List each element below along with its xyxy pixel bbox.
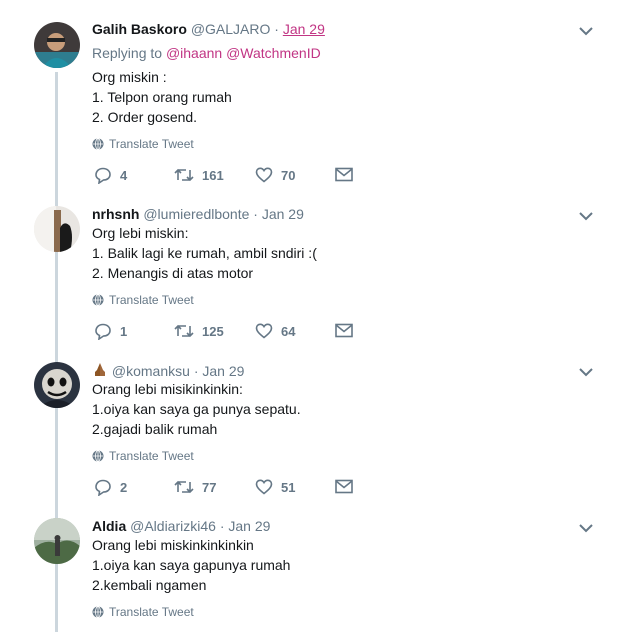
handle[interactable]: @komanksu: [112, 363, 190, 379]
retweet-icon: [174, 480, 194, 494]
avatar[interactable]: [34, 518, 80, 564]
retweet-count: 125: [202, 323, 224, 339]
tweet-text: Orang lebi misikinkinkin: 1.oiya kan say…: [92, 379, 301, 439]
tweet-1[interactable]: Galih Baskoro @GALJARO · Jan 29 Replying…: [0, 0, 632, 196]
translate-tweet-link[interactable]: Translate Tweet: [92, 293, 194, 307]
reply-icon: [95, 167, 111, 184]
avatar[interactable]: [34, 362, 80, 408]
retweet-button[interactable]: 77: [174, 479, 216, 495]
tweet-line: Org lebi miskin:: [92, 225, 189, 241]
tweet-line: 1. Balik lagi ke rumah, ambil sndiri :(: [92, 245, 317, 261]
chevron-down-icon[interactable]: [578, 209, 594, 221]
tweet-2[interactable]: nrhsnh @lumieredlbonte · Jan 29 Org lebi…: [0, 196, 632, 352]
reply-count: 2: [120, 480, 128, 495]
reply-icon: [95, 323, 111, 340]
retweet-icon: [174, 324, 194, 338]
direct-message-button[interactable]: [335, 479, 353, 494]
tweet-line: 1.oiya kan saya gapunya rumah: [92, 557, 291, 573]
reply-count: 1: [120, 324, 128, 339]
display-name[interactable]: nrhsnh: [92, 206, 139, 222]
translate-tweet-link[interactable]: Translate Tweet: [92, 605, 194, 619]
avatar[interactable]: [34, 206, 80, 252]
like-count: 70: [281, 167, 296, 183]
separator: ·: [193, 363, 199, 379]
translate-tweet-link[interactable]: Translate Tweet: [92, 449, 194, 463]
envelope-icon: [335, 323, 353, 338]
timestamp[interactable]: Jan 29: [262, 206, 304, 222]
direct-message-button[interactable]: [335, 323, 353, 338]
translate-tweet-link[interactable]: Translate Tweet: [92, 137, 194, 151]
globe-icon: [92, 294, 104, 306]
display-name[interactable]: Galih Baskoro: [92, 21, 187, 37]
handle[interactable]: @lumieredlbonte: [143, 206, 249, 222]
tweet-header: Aldia @Aldiarizki46 · Jan 29: [92, 518, 270, 534]
tweet-line: 2.gajadi balik rumah: [92, 421, 218, 437]
tweet-line: Orang lebi misikinkinkin:: [92, 381, 243, 397]
chevron-down-icon[interactable]: [578, 24, 594, 36]
reply-button[interactable]: 1: [94, 323, 127, 340]
tweet-header: nrhsnh @lumieredlbonte · Jan 29: [92, 206, 304, 222]
avatar[interactable]: [34, 22, 80, 68]
tweet-line: 2.kembali ngamen: [92, 577, 207, 593]
replying-to-label: Replying to: [92, 45, 163, 61]
translate-label: Translate Tweet: [109, 137, 194, 151]
direct-message-button[interactable]: [335, 167, 353, 182]
envelope-icon: [335, 167, 353, 182]
like-button[interactable]: 64: [255, 323, 295, 339]
envelope-icon: [335, 479, 353, 494]
mention-link[interactable]: @WatchmenID: [226, 45, 321, 61]
chevron-down-icon[interactable]: [578, 365, 594, 377]
timestamp[interactable]: Jan 29: [202, 363, 244, 379]
like-button[interactable]: 70: [255, 167, 295, 183]
globe-icon: [92, 450, 104, 462]
tweet-actions: 4 161 70: [92, 167, 362, 187]
heart-icon: [255, 479, 273, 495]
like-count: 51: [281, 479, 296, 495]
tweet-text: Org lebi miskin: 1. Balik lagi ke rumah,…: [92, 223, 317, 283]
tweet-3[interactable]: @komanksu · Jan 29 Orang lebi misikinkin…: [0, 352, 632, 508]
tweet-actions: 1 125 64: [92, 323, 362, 343]
timestamp[interactable]: Jan 29: [228, 518, 270, 534]
like-button[interactable]: 51: [255, 479, 295, 495]
timestamp[interactable]: Jan 29: [283, 21, 325, 37]
reply-icon: [95, 479, 111, 496]
retweet-count: 77: [202, 479, 217, 495]
globe-icon: [92, 138, 104, 150]
display-name[interactable]: Aldia: [92, 518, 126, 534]
separator: ·: [253, 206, 258, 222]
mention-link[interactable]: @ihaann: [166, 45, 222, 61]
retweet-icon: [174, 168, 194, 182]
handle[interactable]: @Aldiarizki46: [130, 518, 216, 534]
tweet-4[interactable]: Aldia @Aldiarizki46 · Jan 29 Orang lebi …: [0, 508, 632, 632]
tweet-line: 2. Menangis di atas motor: [92, 265, 254, 281]
tweet-line: 1.oiya kan saya ga punya sepatu.: [92, 401, 301, 417]
tweet-header: Galih Baskoro @GALJARO · Jan 29: [92, 21, 325, 37]
reply-button[interactable]: 2: [94, 479, 127, 496]
reply-count: 4: [120, 168, 128, 183]
translate-label: Translate Tweet: [109, 605, 194, 619]
tweet-line: 1. Telpon orang rumah: [92, 89, 232, 105]
tweet-line: Orang lebi miskinkinkinkin: [92, 537, 254, 553]
heart-icon: [255, 323, 273, 339]
chevron-down-icon[interactable]: [578, 521, 594, 533]
replying-to: Replying to @ihaann @WatchmenID: [92, 45, 321, 61]
reply-button[interactable]: 4: [94, 167, 127, 184]
translate-label: Translate Tweet: [109, 293, 194, 307]
tweet-text: Orang lebi miskinkinkinkin 1.oiya kan sa…: [92, 535, 290, 595]
separator: ·: [219, 518, 225, 534]
tweet-text: Org miskin : 1. Telpon orang rumah 2. Or…: [92, 67, 232, 127]
like-count: 64: [281, 323, 296, 339]
handle[interactable]: @GALJARO: [191, 21, 271, 37]
globe-icon: [92, 606, 104, 618]
separator: ·: [274, 21, 279, 37]
tweet-actions: 2 77 51: [92, 479, 362, 499]
heart-icon: [255, 167, 273, 183]
tweet-line: 2. Order gosend.: [92, 109, 198, 125]
tweet-line: Org miskin :: [92, 69, 167, 85]
retweet-button[interactable]: 125: [174, 323, 224, 339]
retweet-button[interactable]: 161: [174, 167, 224, 183]
retweet-count: 161: [202, 167, 224, 183]
translate-label: Translate Tweet: [109, 449, 194, 463]
